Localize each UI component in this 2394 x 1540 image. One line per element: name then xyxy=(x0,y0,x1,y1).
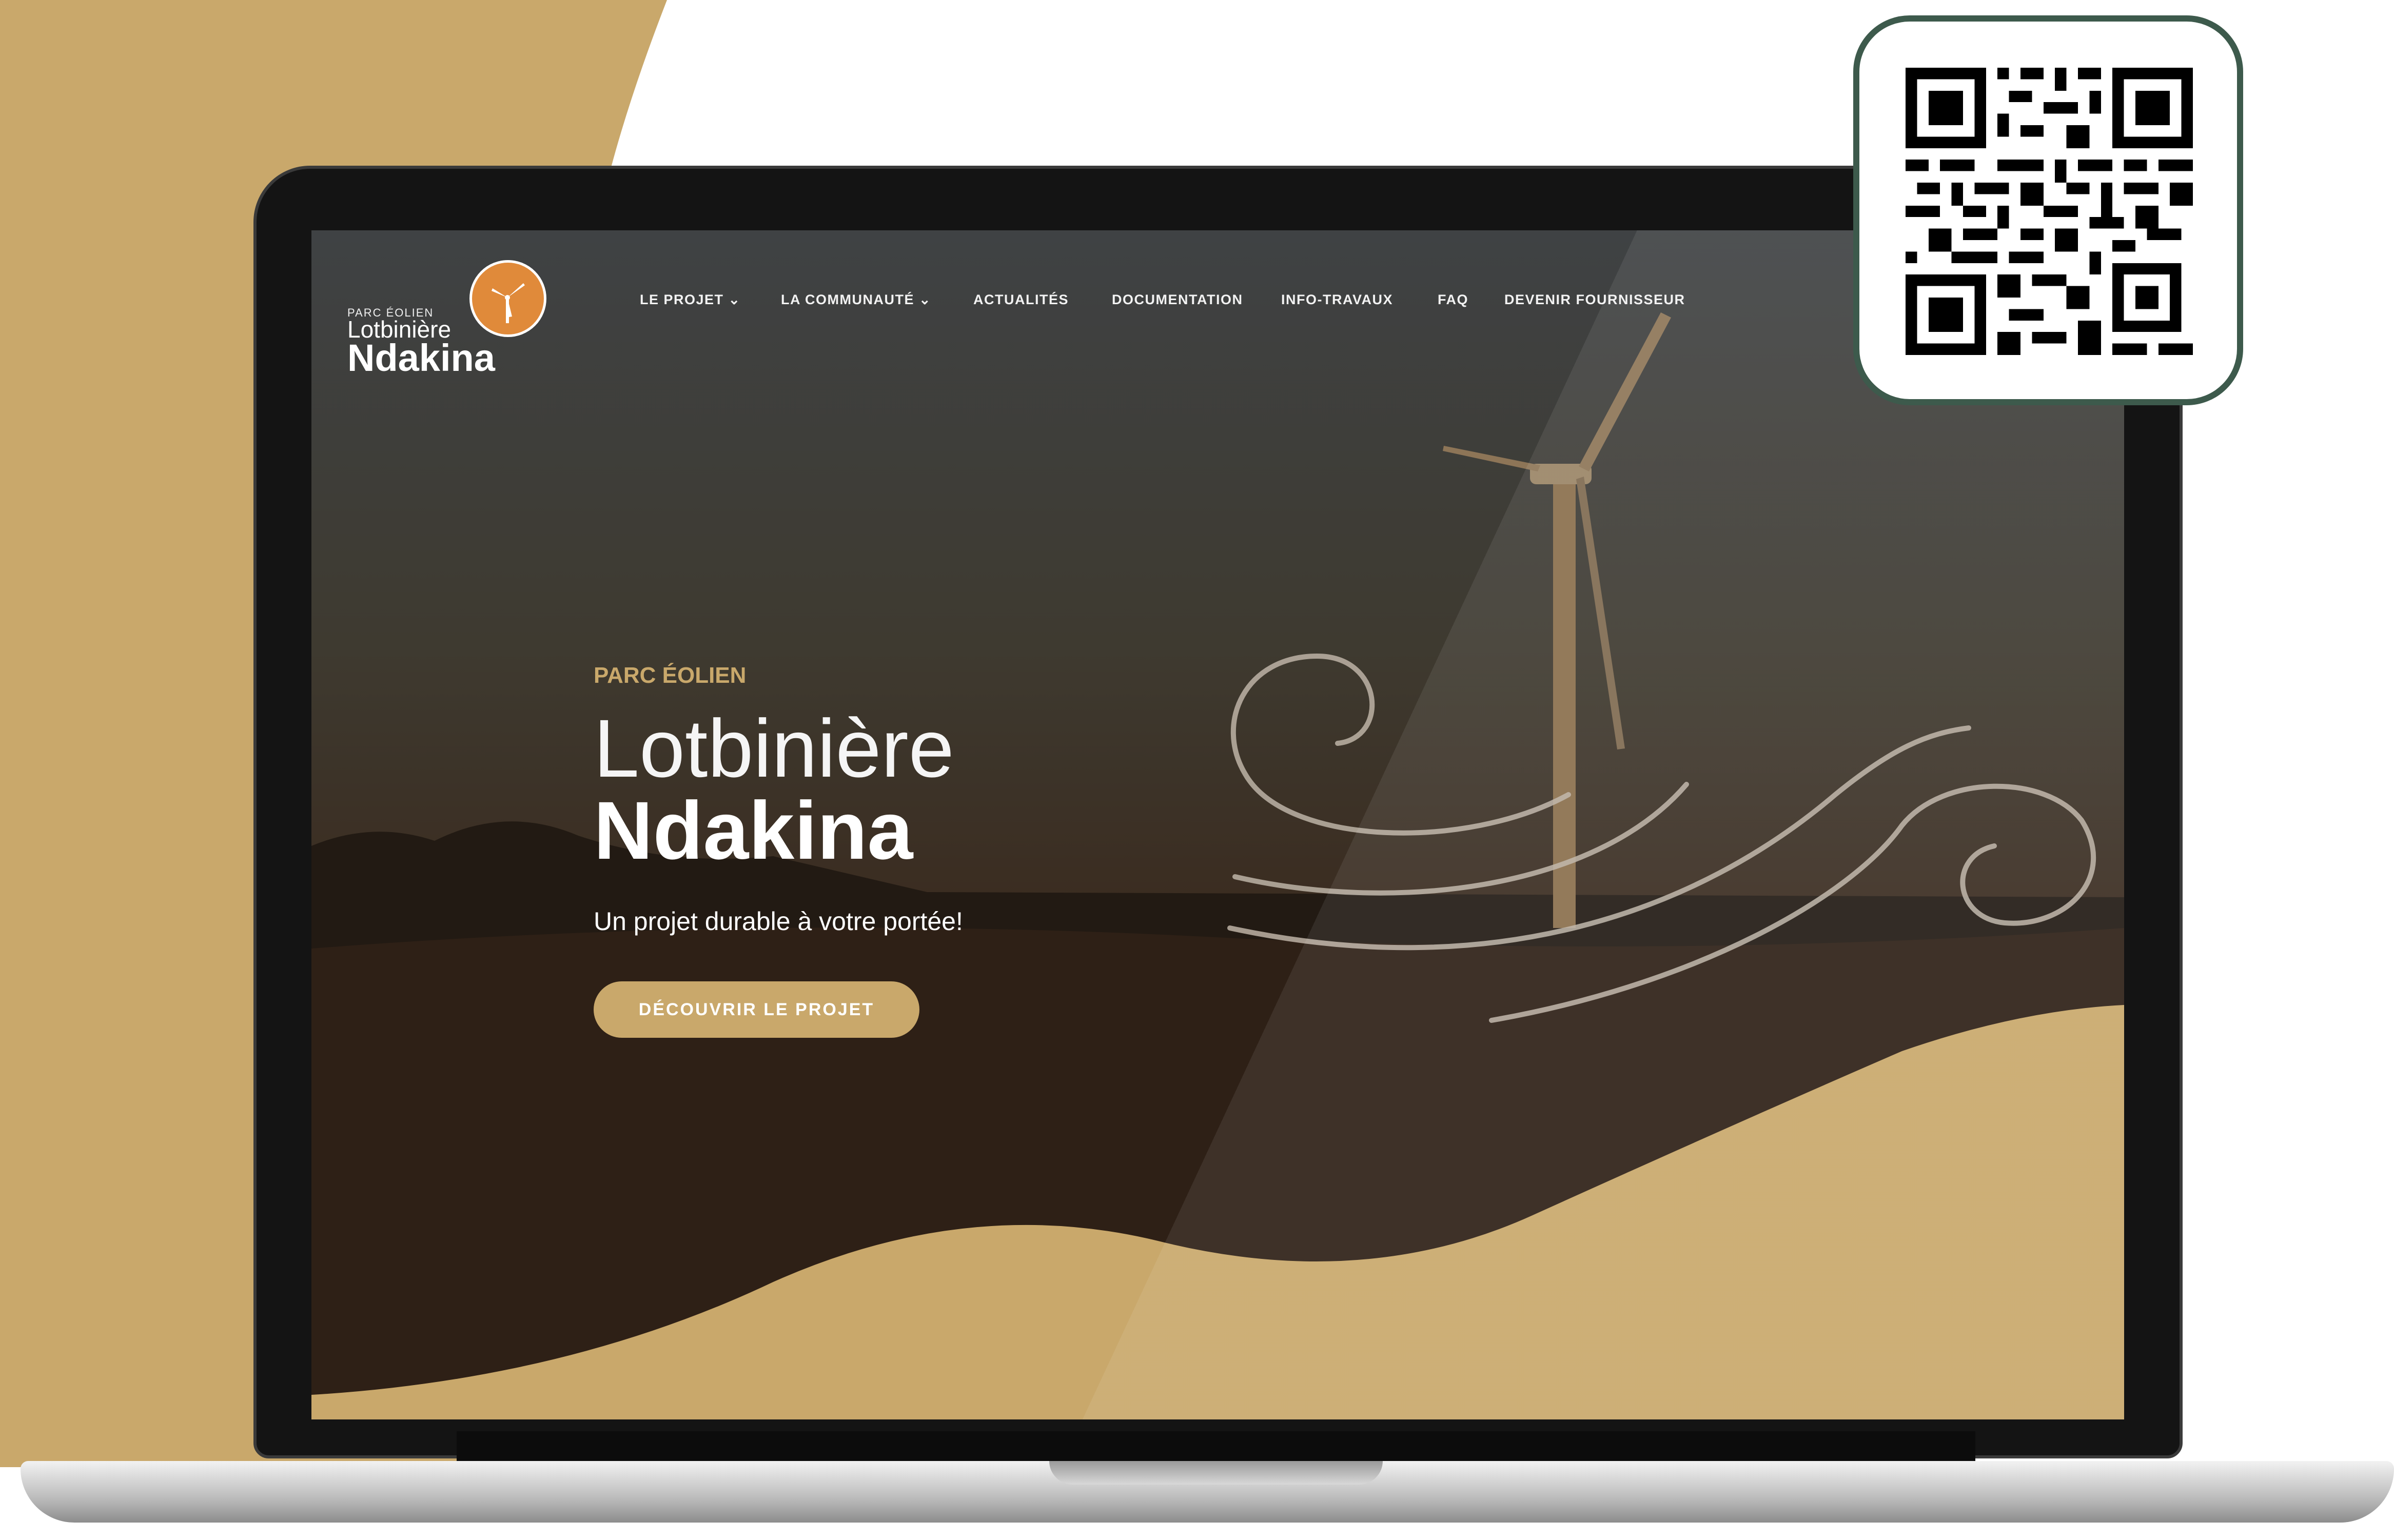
logo-line2: Ndakina xyxy=(347,337,495,379)
laptop-hinge xyxy=(457,1431,1975,1461)
nav-item-faq[interactable]: FAQ xyxy=(1438,292,1468,308)
wind-turbine-icon xyxy=(469,260,546,337)
hero-title-line1: Lotbinière xyxy=(594,702,954,794)
nav-label: LE PROJET xyxy=(640,292,724,307)
nav-item-le-projet[interactable]: LE PROJET ⌄ xyxy=(640,292,741,308)
nav-item-la-communaute[interactable]: LA COMMUNAUTÉ ⌄ xyxy=(781,292,931,308)
discover-project-button[interactable]: DÉCOUVRIR LE PROJET xyxy=(594,981,919,1038)
nav-item-devenir-fournisseur[interactable]: DEVENIR FOURNISSEUR xyxy=(1504,292,1685,308)
nav-item-actualites[interactable]: ACTUALITÉS xyxy=(973,292,1069,308)
hero-background-image xyxy=(311,230,2124,1419)
chevron-down-icon: ⌄ xyxy=(918,292,932,307)
qr-code-card xyxy=(1853,15,2243,405)
nav-label: LA COMMUNAUTÉ xyxy=(781,292,914,307)
laptop-notch xyxy=(1049,1461,1383,1485)
nav-item-info-travaux[interactable]: INFO-TRAVAUX xyxy=(1281,292,1393,308)
nav-item-documentation[interactable]: DOCUMENTATION xyxy=(1112,292,1243,308)
qr-code-icon[interactable] xyxy=(1906,68,2193,355)
hero-eyebrow: PARC ÉOLIEN xyxy=(594,663,747,688)
hero-title-line2: Ndakina xyxy=(594,784,913,876)
laptop-screen: PARC ÉOLIEN Lotbinière Ndakina LE PROJET… xyxy=(311,230,2124,1419)
hero-tagline: Un projet durable à votre portée! xyxy=(594,907,963,936)
chevron-down-icon: ⌄ xyxy=(728,292,741,307)
site-logo[interactable]: PARC ÉOLIEN Lotbinière Ndakina xyxy=(347,245,563,379)
